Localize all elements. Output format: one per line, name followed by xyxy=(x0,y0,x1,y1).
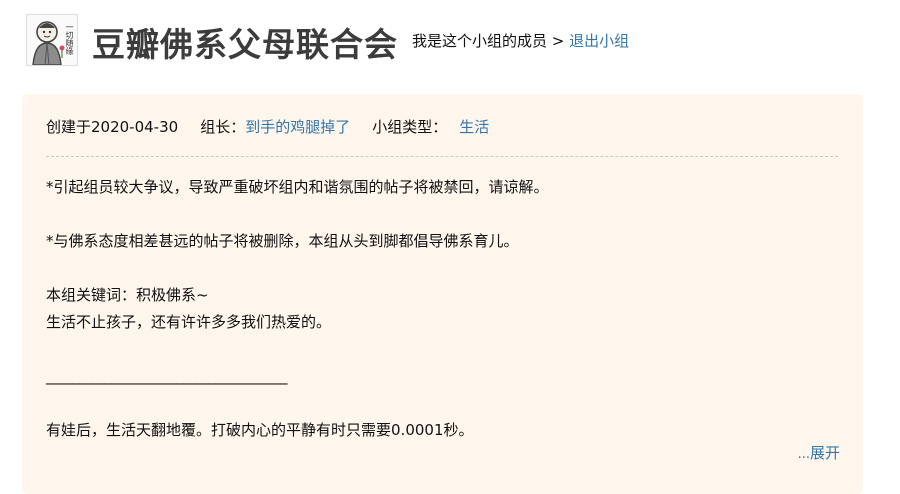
intro-line: *引起组员较大争议，导致严重破坏组内和谐氛围的帖子将被禁回，请谅解。 xyxy=(46,178,549,196)
avatar-caption: 一切随缘 xyxy=(65,23,74,55)
expand-link[interactable]: ...展开 xyxy=(798,442,840,463)
membership-text: 我是这个小组的成员 > xyxy=(412,32,570,50)
group-title: 豆瓣佛系父母联合会 xyxy=(92,25,398,64)
intro-line: 有娃后，生活天翻地覆。打破内心的平静有时只需要0.0001秒。 xyxy=(46,421,474,439)
intro-line: 生活不止孩子，还有许许多多我们热爱的。 xyxy=(46,313,332,331)
divider xyxy=(46,156,838,157)
leader-link[interactable]: 到手的鸡腿掉了 xyxy=(245,118,350,136)
group-header: 一切随缘 豆瓣佛系父母联合会 我是这个小组的成员 > 退出小组 xyxy=(26,12,886,68)
intro-line: 本组关键词：积极佛系~ xyxy=(46,286,209,304)
intro-line: *与佛系态度相差甚远的帖子将被删除，本组从头到脚都倡导佛系育儿。 xyxy=(46,232,519,250)
group-intro: *引起组员较大争议，导致严重破坏组内和谐氛围的帖子将被禁回，请谅解。 *与佛系态… xyxy=(46,174,838,444)
group-meta: 创建于2020-04-30 组长：到手的鸡腿掉了 小组类型： 生活 xyxy=(46,116,489,137)
group-info-panel: 创建于2020-04-30 组长：到手的鸡腿掉了 小组类型： 生活 *引起组员较大争议… xyxy=(22,94,863,494)
leader-label: 组长： xyxy=(200,118,246,136)
ellipsis: ... xyxy=(797,447,810,462)
intro-separator: _____________________________________ xyxy=(46,367,288,385)
group-type-link[interactable]: 生活 xyxy=(459,118,489,136)
group-avatar[interactable]: 一切随缘 xyxy=(26,14,78,66)
membership-status: 我是这个小组的成员 > 退出小组 xyxy=(412,30,629,51)
leave-group-link[interactable]: 退出小组 xyxy=(569,32,629,50)
created-date: 创建于2020-04-30 xyxy=(46,118,179,136)
group-type-label: 小组类型： xyxy=(372,118,448,136)
expand-label: 展开 xyxy=(809,444,840,462)
